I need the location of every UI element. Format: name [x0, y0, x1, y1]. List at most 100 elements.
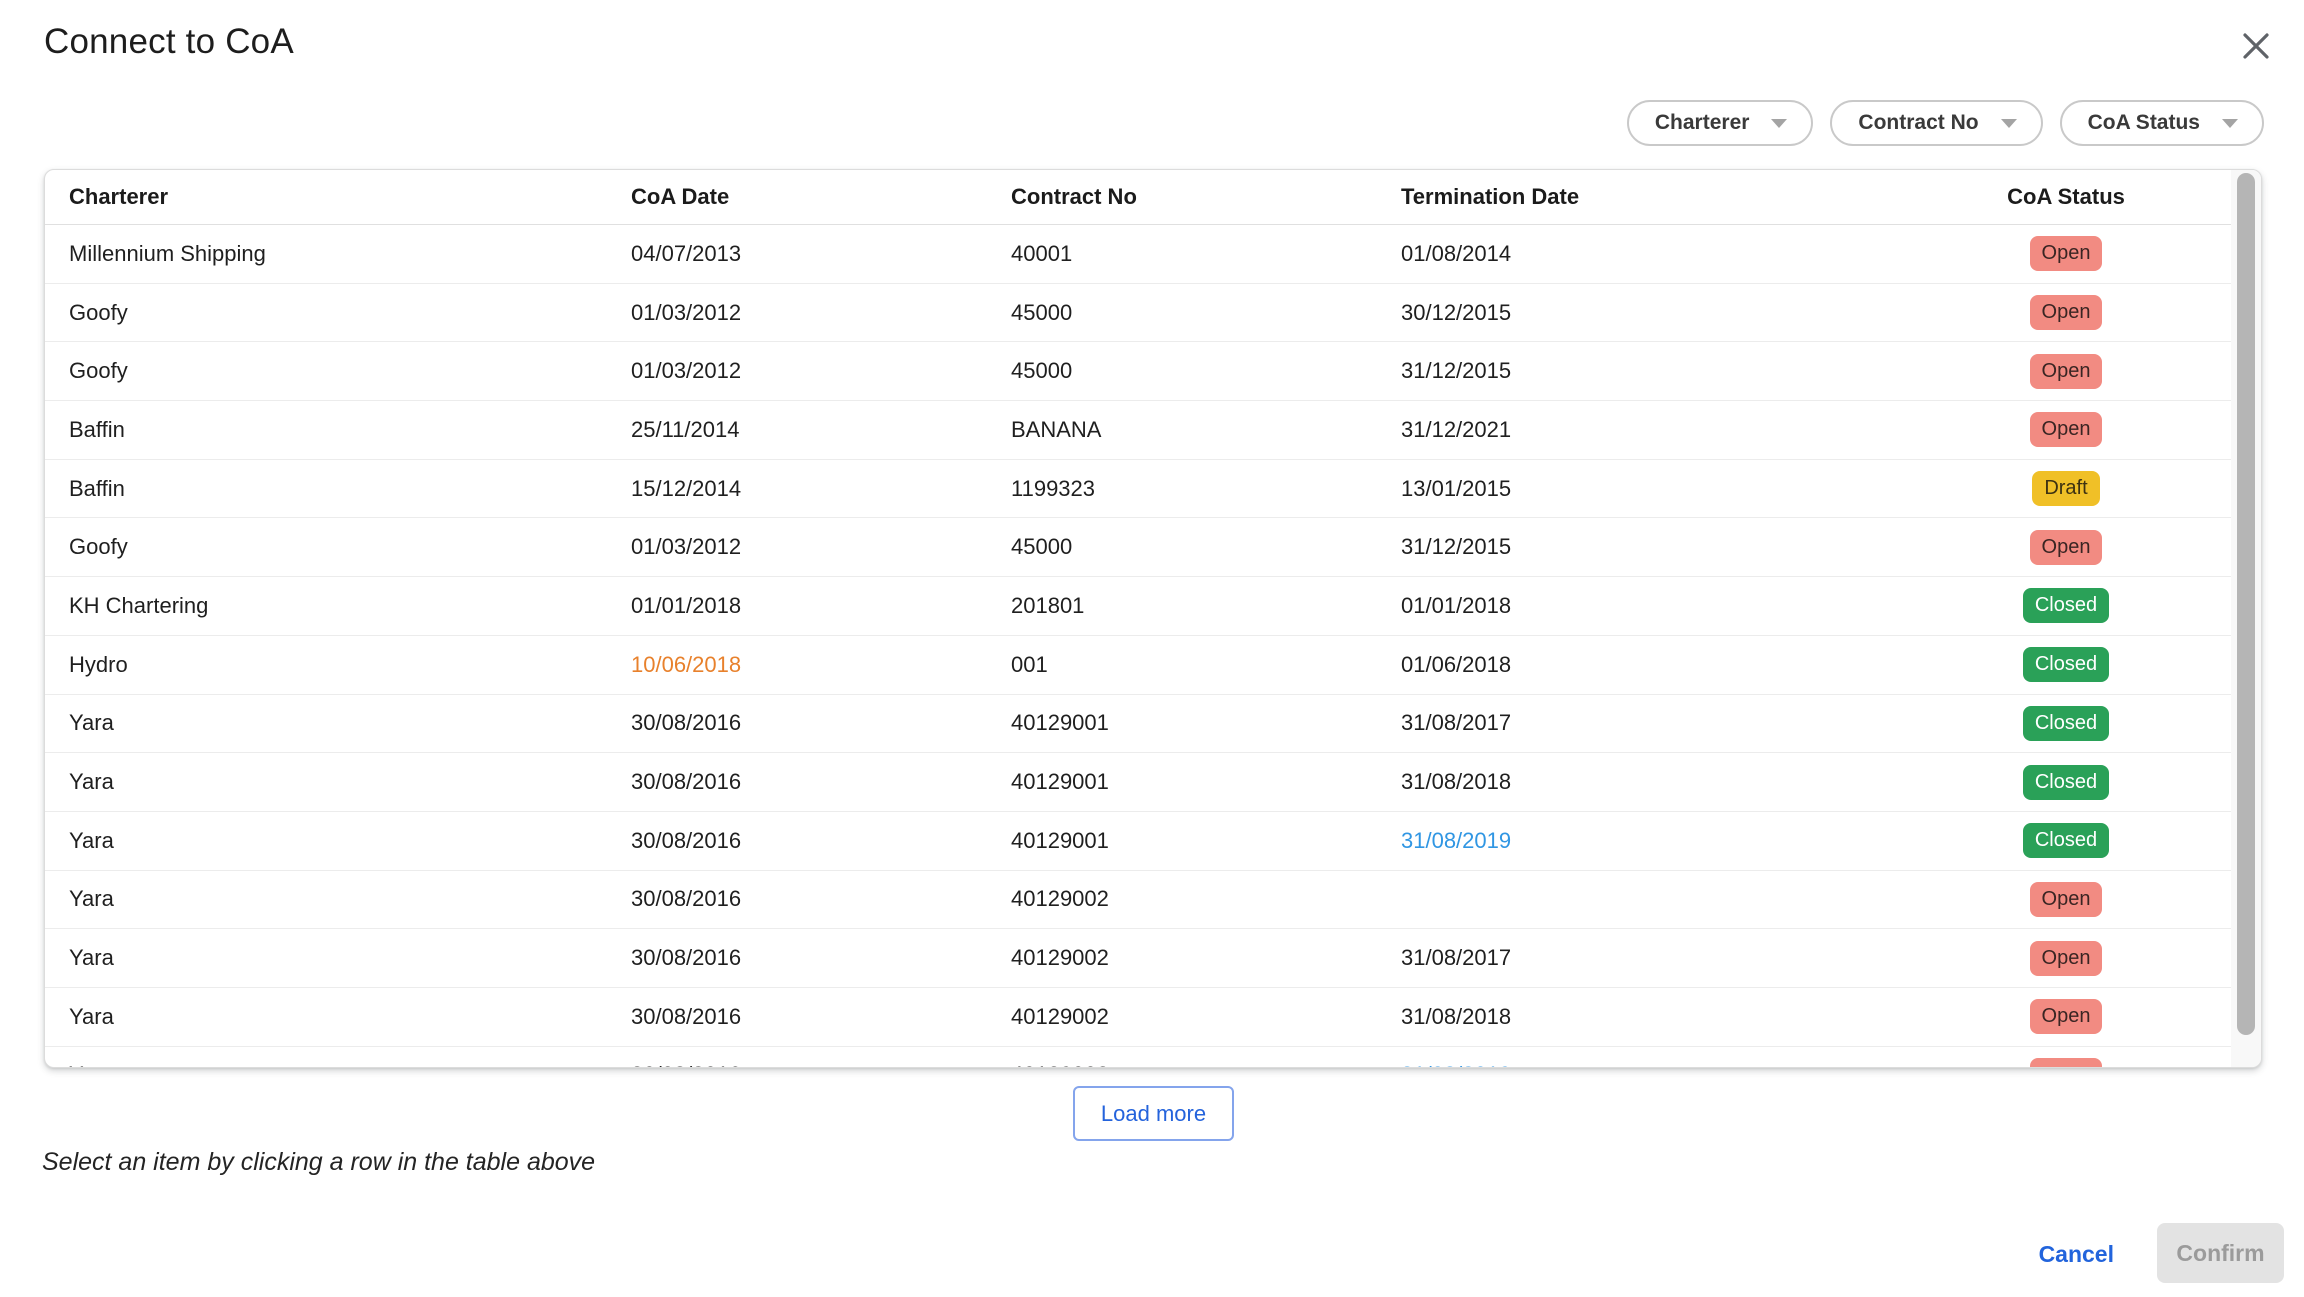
status-badge: Open: [2030, 882, 2103, 917]
table-row[interactable]: Yara30/08/20164012900131/08/2017 Closed: [45, 694, 2231, 753]
status-badge: Open: [2030, 530, 2103, 565]
column-header-termination-date: Termination Date: [1401, 170, 1901, 225]
coa-table-body: Millennium Shipping04/07/20134000101/08/…: [45, 225, 2231, 1069]
cell-termination-date: [1401, 870, 1901, 929]
cell-coa-status: Open: [1901, 342, 2231, 401]
status-badge: Closed: [2023, 647, 2109, 682]
cell-charterer: Yara: [45, 987, 631, 1046]
cell-coa-status: Open: [1901, 283, 2231, 342]
cell-contract-no: 40129001: [1011, 753, 1401, 812]
cell-charterer: Goofy: [45, 342, 631, 401]
column-header-contract-no: Contract No: [1011, 170, 1401, 225]
cell-contract-no: 1199323: [1011, 459, 1401, 518]
chevron-down-icon: [2001, 119, 2017, 128]
load-more-button[interactable]: Load more: [1073, 1086, 1234, 1141]
scrollbar-track[interactable]: [2231, 170, 2261, 1067]
chevron-down-icon: [1771, 119, 1787, 128]
cell-contract-no: 40129002: [1011, 1046, 1401, 1068]
scrollbar-thumb[interactable]: [2237, 173, 2255, 1035]
cell-contract-no: 40129002: [1011, 929, 1401, 988]
cell-coa-date: 30/08/2016: [631, 694, 1011, 753]
table-row[interactable]: Yara30/08/20164012900231/08/2019 Open: [45, 1046, 2231, 1068]
table-row[interactable]: Goofy01/03/20124500031/12/2015Open: [45, 518, 2231, 577]
status-badge: Draft: [2032, 471, 2099, 506]
cell-termination-date[interactable]: 31/08/2019: [1401, 1046, 1901, 1068]
selection-hint: Select an item by clicking a row in the …: [42, 1148, 595, 1177]
table-row[interactable]: Baffin15/12/2014119932313/01/2015 Draft: [45, 459, 2231, 518]
cell-charterer: Baffin: [45, 401, 631, 460]
cell-coa-status: Open: [1901, 929, 2231, 988]
status-badge: Closed: [2023, 765, 2109, 800]
table-row[interactable]: Millennium Shipping04/07/20134000101/08/…: [45, 225, 2231, 284]
status-badge: Closed: [2023, 706, 2109, 741]
table-row[interactable]: Yara30/08/20164012900231/08/2017Open: [45, 929, 2231, 988]
cell-coa-date: 30/08/2016: [631, 1046, 1011, 1068]
cell-charterer: Hydro: [45, 635, 631, 694]
table-row[interactable]: KH Chartering01/01/201820180101/01/2018C…: [45, 577, 2231, 636]
cell-coa-date: 30/08/2016: [631, 929, 1011, 988]
status-badge: Open: [2030, 941, 2103, 976]
filter-charterer-label: Charterer: [1655, 111, 1750, 135]
cell-charterer: Baffin: [45, 459, 631, 518]
filter-coa-status-dropdown[interactable]: CoA Status: [2060, 100, 2264, 146]
cell-termination-date: 31/12/2015: [1401, 518, 1901, 577]
cancel-button[interactable]: Cancel: [2031, 1229, 2122, 1279]
cell-coa-status: Closed: [1901, 811, 2231, 870]
cell-charterer: Yara: [45, 870, 631, 929]
cell-termination-date: 01/08/2014: [1401, 225, 1901, 284]
cell-contract-no: 45000: [1011, 283, 1401, 342]
cell-charterer: Yara: [45, 811, 631, 870]
table-row[interactable]: Baffin25/11/2014BANANA31/12/2021Open: [45, 401, 2231, 460]
column-header-coa-status: CoA Status: [1901, 170, 2231, 225]
status-badge: Open: [2030, 412, 2103, 447]
column-header-coa-date: CoA Date: [631, 170, 1011, 225]
cell-termination-date: 31/08/2017: [1401, 694, 1901, 753]
filter-contract-no-dropdown[interactable]: Contract No: [1830, 100, 2042, 146]
confirm-button[interactable]: Confirm: [2157, 1223, 2284, 1283]
table-row[interactable]: Goofy01/03/20124500030/12/2015Open: [45, 283, 2231, 342]
filter-bar: Charterer Contract No CoA Status: [1627, 100, 2264, 146]
cell-coa-date: 25/11/2014: [631, 401, 1011, 460]
cell-coa-status: Open: [1901, 870, 2231, 929]
status-badge: Open: [2030, 1058, 2103, 1068]
table-row[interactable]: Yara30/08/20164012900131/08/2019Closed: [45, 811, 2231, 870]
cell-coa-status: Closed: [1901, 694, 2231, 753]
cell-contract-no: 40129002: [1011, 870, 1401, 929]
filter-coa-status-label: CoA Status: [2088, 111, 2200, 135]
table-row[interactable]: Yara30/08/20164012900231/08/2018Open: [45, 987, 2231, 1046]
status-badge: Closed: [2023, 588, 2109, 623]
cell-termination-date: 13/01/2015: [1401, 459, 1901, 518]
cell-charterer: Goofy: [45, 518, 631, 577]
cell-contract-no: 001: [1011, 635, 1401, 694]
table-row[interactable]: Hydro10/06/201800101/06/2018Closed: [45, 635, 2231, 694]
status-badge: Open: [2030, 354, 2103, 389]
chevron-down-icon: [2222, 119, 2238, 128]
cell-coa-status: Closed: [1901, 635, 2231, 694]
cell-contract-no: 40129001: [1011, 811, 1401, 870]
dialog-title: Connect to CoA: [44, 22, 294, 62]
cell-coa-date: 01/03/2012: [631, 342, 1011, 401]
table-row[interactable]: Yara30/08/201640129002Open: [45, 870, 2231, 929]
cell-termination-date[interactable]: 31/08/2019: [1401, 811, 1901, 870]
cell-coa-date: 15/12/2014: [631, 459, 1011, 518]
close-button[interactable]: [2234, 24, 2278, 68]
cell-coa-status: Draft: [1901, 459, 2231, 518]
cell-coa-date: 01/01/2018: [631, 577, 1011, 636]
cell-charterer: Yara: [45, 1046, 631, 1068]
cell-charterer: Yara: [45, 753, 631, 812]
filter-contract-no-label: Contract No: [1858, 111, 1978, 135]
cell-termination-date: 31/12/2021: [1401, 401, 1901, 460]
cell-coa-status: Open: [1901, 401, 2231, 460]
cell-charterer: Yara: [45, 694, 631, 753]
cell-contract-no: 40129002: [1011, 987, 1401, 1046]
status-badge: Open: [2030, 295, 2103, 330]
table-header-row: Charterer CoA Date Contract No Terminati…: [45, 170, 2231, 225]
cell-contract-no: 201801: [1011, 577, 1401, 636]
coa-table: Charterer CoA Date Contract No Terminati…: [45, 170, 2231, 1068]
filter-charterer-dropdown[interactable]: Charterer: [1627, 100, 1814, 146]
table-row[interactable]: Yara30/08/20164012900131/08/2018Closed: [45, 753, 2231, 812]
status-badge: Open: [2030, 236, 2103, 271]
close-icon: [2239, 29, 2273, 63]
cell-contract-no: 40129001: [1011, 694, 1401, 753]
table-row[interactable]: Goofy01/03/20124500031/12/2015Open: [45, 342, 2231, 401]
